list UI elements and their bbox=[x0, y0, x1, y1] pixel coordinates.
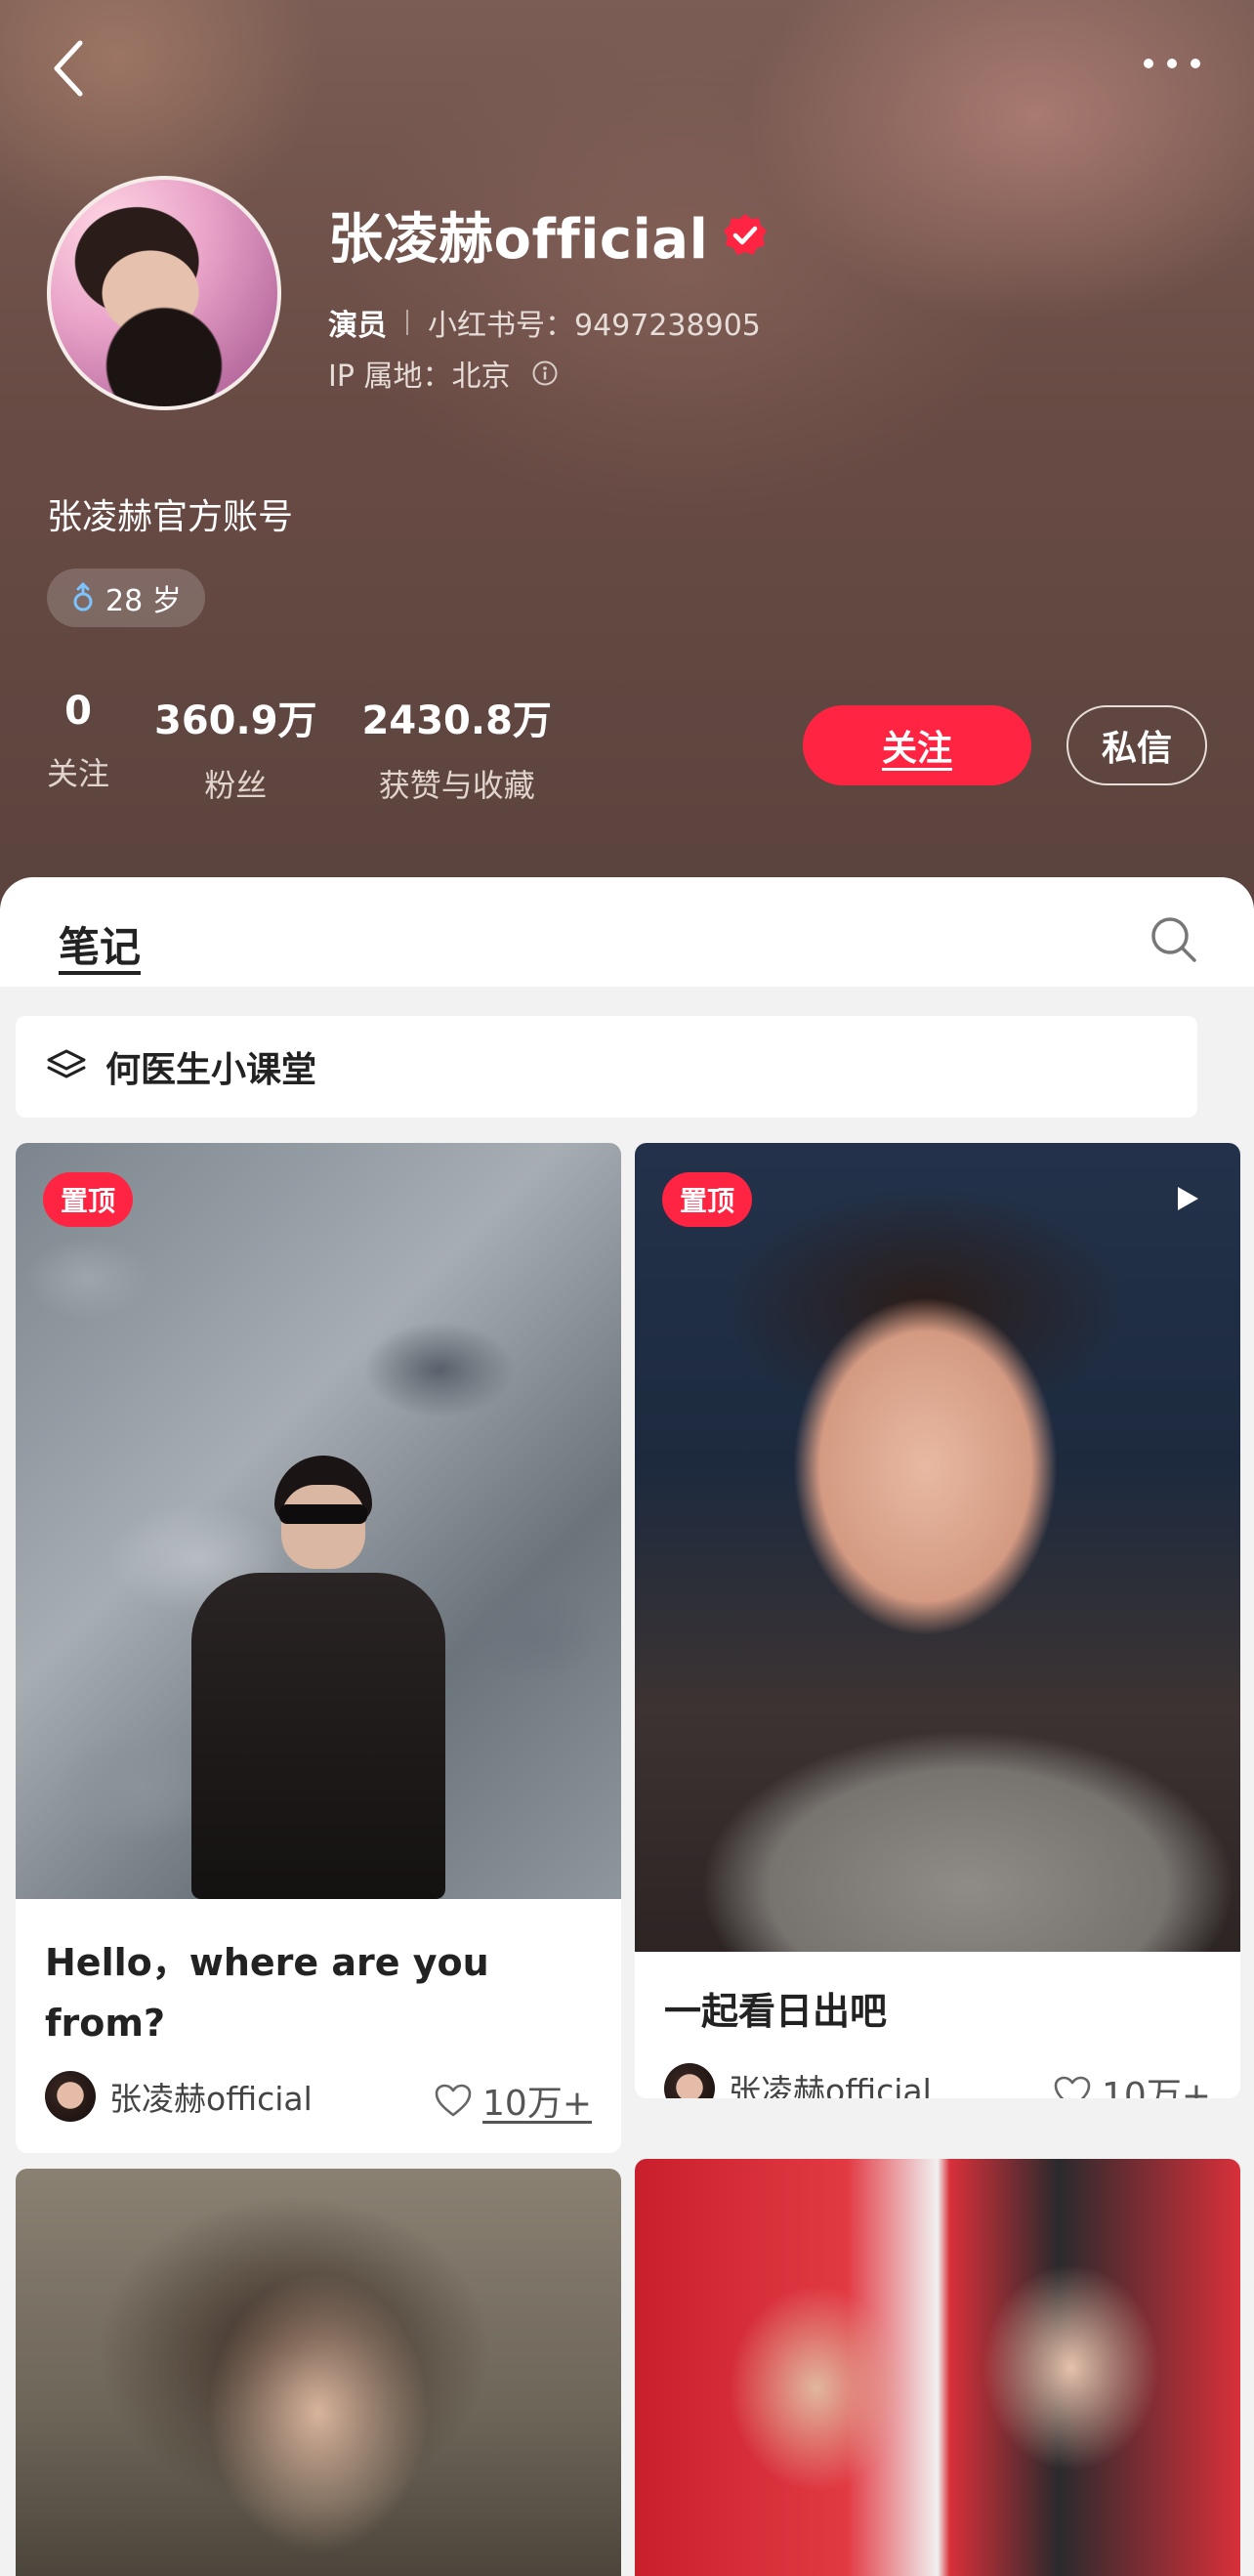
heart-icon bbox=[1054, 2076, 1091, 2098]
stat-label: 粉丝 bbox=[204, 767, 268, 804]
stat-value: 2430.8万 bbox=[361, 698, 552, 743]
more-button[interactable] bbox=[1133, 39, 1211, 88]
note-cover-image bbox=[635, 2159, 1240, 2576]
note-cover-image: 置顶 bbox=[635, 1143, 1240, 1952]
stat-value: 0 bbox=[64, 689, 92, 734]
note-cover-image bbox=[16, 2169, 621, 2576]
note-title-line: 一起看日出吧 bbox=[664, 1990, 888, 2033]
stat-value: 360.9万 bbox=[154, 698, 317, 743]
tab-notes[interactable]: 笔记 bbox=[59, 914, 141, 974]
profile-name: 张凌赫official bbox=[328, 208, 709, 272]
author-name: 张凌赫official bbox=[109, 2080, 313, 2118]
stat-fans[interactable]: 360.9万 粉丝 bbox=[154, 689, 317, 806]
author-name: 张凌赫official bbox=[729, 2072, 932, 2098]
meta-row: 演员 小红书号：9497238905 bbox=[328, 301, 761, 344]
age-tag: 28 岁 bbox=[47, 569, 205, 627]
note-author[interactable]: 张凌赫official bbox=[45, 2071, 313, 2122]
like-count: 10万+ bbox=[482, 2084, 592, 2124]
follow-button[interactable]: 关注 bbox=[803, 705, 1031, 785]
stat-following[interactable]: 0 关注 bbox=[47, 689, 109, 806]
note-title: Hello，where are you from? bbox=[45, 1932, 489, 2053]
pinned-badge: 置顶 bbox=[43, 1172, 134, 1227]
back-button[interactable] bbox=[39, 29, 98, 107]
pinned-badge: 置顶 bbox=[662, 1172, 753, 1227]
stats-row: 0 关注 360.9万 粉丝 2430.8万 获赞与收藏 bbox=[47, 689, 597, 806]
stat-label: 获赞与收藏 bbox=[378, 767, 535, 804]
author-avatar bbox=[664, 2063, 715, 2098]
ip-row: IP 属地：北京 bbox=[328, 352, 559, 395]
collection-label: 何医生小课堂 bbox=[105, 1050, 317, 1090]
avatar[interactable] bbox=[47, 176, 281, 410]
figure bbox=[182, 1456, 455, 1899]
like-count: 10万+ bbox=[1102, 2076, 1211, 2098]
author-avatar bbox=[45, 2071, 96, 2122]
search-icon[interactable] bbox=[1149, 914, 1199, 965]
gender-icon bbox=[73, 582, 93, 612]
note-card[interactable] bbox=[16, 2169, 621, 2576]
divider bbox=[406, 310, 408, 335]
stat-likes-collects[interactable]: 2430.8万 获赞与收藏 bbox=[362, 689, 552, 806]
back-icon bbox=[54, 40, 83, 97]
note-title-line: Hello，where are you bbox=[45, 1941, 489, 1984]
note-card[interactable]: 置顶 Hello，where are you from? 张凌赫official… bbox=[16, 1143, 621, 2153]
red-id[interactable]: 小红书号：9497238905 bbox=[428, 301, 761, 344]
stat-label: 关注 bbox=[47, 755, 110, 792]
note-card[interactable] bbox=[635, 2159, 1240, 2576]
play-icon bbox=[1178, 1187, 1198, 1210]
ip-location: IP 属地：北京 bbox=[328, 359, 511, 394]
verified-icon bbox=[724, 213, 768, 255]
note-title-line: from? bbox=[45, 2002, 166, 2045]
note-title: 一起看日出吧 bbox=[664, 1981, 887, 2042]
info-icon[interactable] bbox=[531, 359, 559, 387]
layers-icon bbox=[47, 1049, 86, 1078]
like-button[interactable]: 10万+ bbox=[1053, 2067, 1211, 2098]
message-button[interactable]: 私信 bbox=[1066, 705, 1207, 785]
like-button[interactable]: 10万+ bbox=[434, 2075, 592, 2126]
name-row: 张凌赫official bbox=[328, 195, 769, 274]
note-author[interactable]: 张凌赫official bbox=[664, 2063, 932, 2098]
age-label: 28 岁 bbox=[105, 584, 182, 618]
profile-header: 张凌赫official 演员 小红书号：9497238905 IP 属地：北京 … bbox=[0, 0, 1254, 908]
bio: 张凌赫官方账号 bbox=[47, 497, 294, 537]
tab-bar: 笔记 bbox=[0, 877, 1254, 987]
note-cover-image: 置顶 bbox=[16, 1143, 621, 1899]
role-label: 演员 bbox=[328, 309, 387, 343]
more-icon bbox=[1144, 59, 1200, 68]
heart-icon bbox=[435, 2084, 472, 2117]
note-card[interactable]: 置顶 一起看日出吧 张凌赫official 10万+ bbox=[635, 1143, 1240, 2098]
collection-bar[interactable]: 何医生小课堂 bbox=[16, 1016, 1197, 1118]
